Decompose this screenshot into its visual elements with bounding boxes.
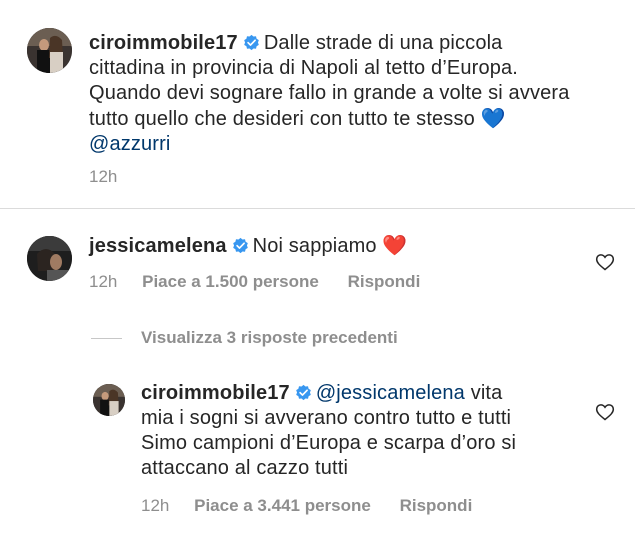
comment-reply-button[interactable]: Rispondi xyxy=(348,272,421,292)
view-previous-replies-button[interactable]: Visualizza 3 risposte precedenti xyxy=(141,328,398,348)
heart-outline-icon[interactable] xyxy=(595,402,615,422)
post-meta: 12h xyxy=(89,167,117,187)
avatar-ciroimmobile17[interactable] xyxy=(27,28,72,73)
reply-username[interactable]: ciroimmobile17 xyxy=(141,382,290,404)
caption-line-2: cittadina in provincia di Napoli al tett… xyxy=(89,57,519,79)
reply-meta: 12h Piace a 3.441 persone Rispondi xyxy=(141,496,472,516)
comment-meta: 12h Piace a 1.500 persone Rispondi xyxy=(89,272,420,292)
caption-line-3: Quando devi sognare fallo in grande a vo… xyxy=(89,82,570,104)
comment-body: jessicamelena Noi sappiamo ❤️ xyxy=(89,233,589,259)
reply-reply-button[interactable]: Rispondi xyxy=(400,496,473,516)
avatar-ciroimmobile17-reply[interactable] xyxy=(93,384,125,416)
post-time: 12h xyxy=(89,167,118,186)
post-username[interactable]: ciroimmobile17 xyxy=(89,32,238,54)
comment-username[interactable]: jessicamelena xyxy=(89,235,227,257)
divider xyxy=(0,208,635,209)
reply-line-2: mia i sogni si avverano contro tutto e t… xyxy=(141,407,512,429)
reply-likes[interactable]: Piace a 3.441 persone xyxy=(194,496,371,516)
comment-text: Noi sappiamo xyxy=(252,235,377,257)
caption-line-1: Dalle strade di una piccola xyxy=(263,32,503,54)
verified-badge-icon xyxy=(232,237,248,254)
reply-line-3: Simo campioni d’Europa e scarpa d’oro si xyxy=(141,432,517,454)
comment-likes[interactable]: Piace a 1.500 persone xyxy=(142,272,319,292)
avatar-photo xyxy=(93,384,125,416)
reply-line-4: attaccano al cazzo tutti xyxy=(141,457,349,479)
blue-heart-emoji: 💙 xyxy=(480,106,506,130)
replies-line xyxy=(91,338,122,339)
mention-jessicamelena[interactable]: @jessicamelena xyxy=(316,382,465,404)
verified-badge-icon xyxy=(296,384,311,401)
caption-line-4: tutto quello che desideri con tutto te s… xyxy=(89,108,475,130)
reply-text-first: vita xyxy=(470,382,503,404)
avatar-photo xyxy=(27,236,72,281)
reply-body: ciroimmobile17 @jessicamelena vita mia i … xyxy=(141,381,581,481)
red-heart-emoji: ❤️ xyxy=(382,233,408,257)
heart-outline-icon[interactable] xyxy=(595,252,615,272)
post-caption: ciroimmobile17 Dalle strade di una piccol… xyxy=(89,31,629,157)
comment-time: 12h xyxy=(89,272,118,291)
reply-time: 12h xyxy=(141,496,170,515)
avatar-photo xyxy=(27,28,72,73)
avatar-jessicamelena[interactable] xyxy=(27,236,72,281)
mention-azzurri[interactable]: @azzurri xyxy=(89,133,171,155)
verified-badge-icon xyxy=(244,34,259,51)
